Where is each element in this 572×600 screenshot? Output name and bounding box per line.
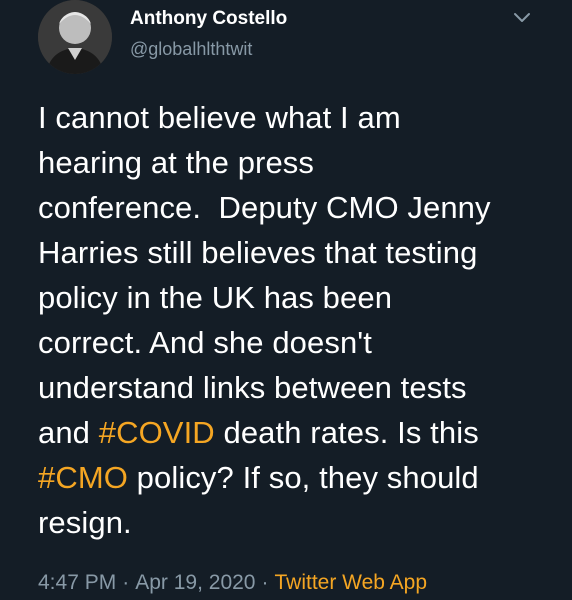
tweet-card: Anthony Costello @globalhlthtwit I canno… <box>0 0 572 600</box>
tweet-time[interactable]: 4:47 PM <box>38 571 116 594</box>
tweet-text: I cannot believe what I am hearing at th… <box>38 95 558 545</box>
tweet-line: correct. And she doesn't <box>38 325 373 360</box>
avatar[interactable] <box>38 0 112 74</box>
chevron-down-icon[interactable] <box>512 10 532 26</box>
tweet-line: and #COVID death rates. Is this <box>38 415 479 450</box>
tweet-line: #CMO policy? If so, they should <box>38 460 479 495</box>
tweet-meta: 4:47 PM · Apr 19, 2020 · Twitter Web App <box>38 571 427 595</box>
author-handle[interactable]: @globalhlthtwit <box>130 39 252 60</box>
tweet-line: Harries still believes that testing <box>38 235 478 270</box>
hashtag-cmo-link[interactable]: #CMO <box>38 460 128 495</box>
profile-photo-icon <box>38 0 112 74</box>
hashtag-covid-link[interactable]: #COVID <box>99 415 215 450</box>
tweet-line: I cannot believe what I am <box>38 100 401 135</box>
tweet-line: resign. <box>38 505 132 540</box>
tweet-line: policy in the UK has been <box>38 280 393 315</box>
meta-separator: · <box>261 571 269 594</box>
tweet-line: hearing at the press <box>38 145 315 180</box>
meta-separator: · <box>122 571 130 594</box>
tweet-line: conference. Deputy CMO Jenny <box>38 190 491 225</box>
tweet-source-link[interactable]: Twitter Web App <box>274 571 427 594</box>
tweet-line: understand links between tests <box>38 370 467 405</box>
author-name[interactable]: Anthony Costello <box>130 8 287 30</box>
tweet-date[interactable]: Apr 19, 2020 <box>135 571 255 594</box>
